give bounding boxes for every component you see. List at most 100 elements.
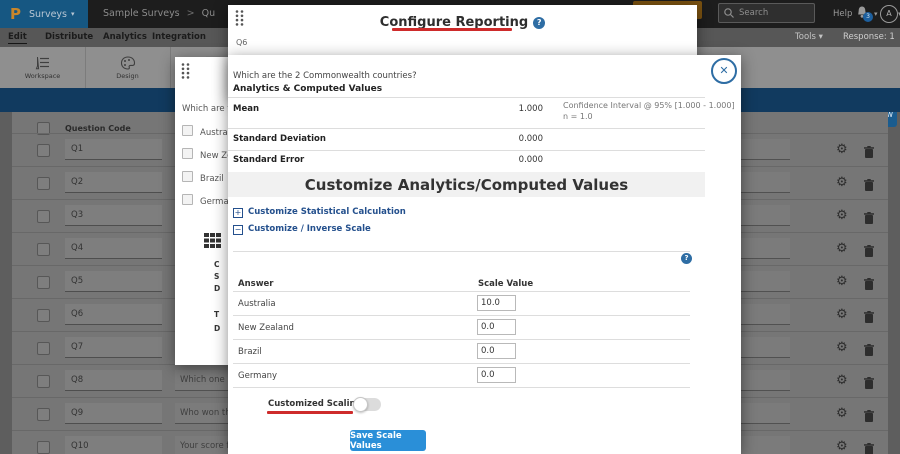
question-code-input[interactable]: Q3 xyxy=(65,205,162,226)
delete-trash-icon[interactable] xyxy=(864,407,874,426)
row-checkbox[interactable] xyxy=(37,276,50,289)
save-scale-values-button[interactable]: Save Scale Values xyxy=(350,430,426,451)
collapse-minus-icon[interactable]: − xyxy=(233,225,243,235)
analytics-section-title: Analytics & Computed Values xyxy=(233,84,382,94)
customize-inverse-scale-link[interactable]: −Customize / Inverse Scale xyxy=(233,224,371,235)
option-label: Brazil xyxy=(200,174,224,184)
row-checkbox[interactable] xyxy=(37,408,50,421)
divider xyxy=(233,363,690,364)
delete-trash-icon[interactable] xyxy=(864,209,874,228)
question-code-input[interactable]: Q7 xyxy=(65,337,162,358)
option-checkbox[interactable] xyxy=(182,171,193,182)
help-link[interactable]: Help xyxy=(833,9,852,19)
customized-scaling-label: Customized Scaling xyxy=(268,399,362,409)
tab-edit[interactable]: Edit xyxy=(8,32,27,42)
settings-gear-icon[interactable]: ⚙ xyxy=(836,405,848,422)
delete-trash-icon[interactable] xyxy=(864,374,874,393)
customize-band: Customize Analytics/Computed Values xyxy=(228,172,705,197)
expand-plus-icon[interactable]: + xyxy=(233,208,243,218)
data-table-icon[interactable] xyxy=(204,233,221,249)
notifications-button[interactable]: 3 xyxy=(855,5,873,23)
row-checkbox[interactable] xyxy=(37,144,50,157)
scale-value-input[interactable]: 0.0 xyxy=(477,343,516,359)
toolbar-design-button[interactable]: Design xyxy=(85,47,171,88)
settings-gear-icon[interactable]: ⚙ xyxy=(836,273,848,290)
settings-gear-icon[interactable]: ⚙ xyxy=(836,306,848,323)
breadcrumb-root[interactable]: Sample Surveys xyxy=(103,8,180,19)
row-checkbox[interactable] xyxy=(37,342,50,355)
stat-value: 0.000 xyxy=(483,134,543,144)
question-code-input[interactable]: Q4 xyxy=(65,238,162,259)
search-input[interactable]: Search xyxy=(718,3,815,23)
row-checkbox[interactable] xyxy=(37,177,50,190)
close-icon[interactable]: ✕ xyxy=(711,58,737,84)
questionpro-logo-icon: P xyxy=(10,5,21,23)
chevron-down-icon[interactable]: ▾ xyxy=(874,10,878,18)
settings-gear-icon[interactable]: ⚙ xyxy=(836,372,848,389)
divider xyxy=(233,315,690,316)
question-code-input[interactable]: Q1 xyxy=(65,139,162,160)
delete-trash-icon[interactable] xyxy=(864,242,874,261)
clipped-label-fragment: D xyxy=(214,284,220,293)
divider xyxy=(233,387,690,388)
search-placeholder: Search xyxy=(739,8,768,18)
help-icon[interactable]: ? xyxy=(681,253,692,264)
divider xyxy=(228,150,705,151)
help-icon[interactable]: ? xyxy=(533,17,545,29)
avatar[interactable]: A xyxy=(880,5,898,23)
question-code-input[interactable]: Q6 xyxy=(65,304,162,325)
scale-value-input[interactable]: 0.0 xyxy=(477,367,516,383)
settings-gear-icon[interactable]: ⚙ xyxy=(836,207,848,224)
toggle-knob[interactable] xyxy=(353,397,368,412)
surveys-menu-label: Surveys xyxy=(29,9,67,20)
delete-trash-icon[interactable] xyxy=(864,143,874,162)
link-label: Customize Statistical Calculation xyxy=(248,207,406,217)
tools-menu[interactable]: Tools ▾ xyxy=(795,32,823,42)
toolbar-workspace-button[interactable]: Workspace xyxy=(0,47,86,88)
option-checkbox[interactable] xyxy=(182,125,193,136)
row-checkbox[interactable] xyxy=(37,210,50,223)
delete-trash-icon[interactable] xyxy=(864,308,874,327)
option-checkbox[interactable] xyxy=(182,148,193,159)
settings-gear-icon[interactable]: ⚙ xyxy=(836,240,848,257)
clipped-label-fragment: C xyxy=(214,260,220,269)
divider xyxy=(233,291,690,292)
tab-distribute[interactable]: Distribute xyxy=(45,32,93,42)
answer-option: Brazil xyxy=(182,171,224,184)
row-checkbox[interactable] xyxy=(37,309,50,322)
settings-gear-icon[interactable]: ⚙ xyxy=(836,339,848,356)
delete-trash-icon[interactable] xyxy=(864,176,874,195)
answer-column-header: Answer xyxy=(238,279,274,289)
divider xyxy=(228,97,705,98)
row-checkbox[interactable] xyxy=(37,243,50,256)
clipped-label-fragment: T xyxy=(214,310,219,319)
question-code-input[interactable]: Q9 xyxy=(65,403,162,424)
tab-integration[interactable]: Integration xyxy=(152,32,206,42)
question-code-input[interactable]: Q5 xyxy=(65,271,162,292)
scale-answer-label: Germany xyxy=(238,371,277,381)
settings-gear-icon[interactable]: ⚙ xyxy=(836,438,848,454)
delete-trash-icon[interactable] xyxy=(864,341,874,360)
scale-value-input[interactable]: 0.0 xyxy=(477,319,516,335)
scale-value-input[interactable]: 10.0 xyxy=(477,295,516,311)
settings-gear-icon[interactable]: ⚙ xyxy=(836,141,848,158)
breadcrumb-current: Qu xyxy=(202,8,216,19)
settings-gear-icon[interactable]: ⚙ xyxy=(836,174,848,191)
customize-statistical-calculation-link[interactable]: + Customize Statistical Calculation xyxy=(233,207,406,218)
question-code-input[interactable]: Q8 xyxy=(65,370,162,391)
search-icon xyxy=(723,7,735,19)
question-code-input[interactable]: Q2 xyxy=(65,172,162,193)
scale-answer-label: New Zealand xyxy=(238,323,294,333)
customized-scaling-toggle[interactable] xyxy=(355,398,381,411)
option-checkbox[interactable] xyxy=(182,194,193,205)
question-text: Which are the 2 Commonwealth countries? xyxy=(233,71,417,81)
tab-analytics[interactable]: Analytics xyxy=(103,32,147,42)
surveys-menu[interactable]: P Surveys ▾ xyxy=(0,0,88,28)
delete-trash-icon[interactable] xyxy=(864,275,874,294)
row-checkbox[interactable] xyxy=(37,375,50,388)
row-checkbox[interactable] xyxy=(37,441,50,454)
question-code-input[interactable]: Q10 xyxy=(65,436,162,454)
divider xyxy=(233,339,690,340)
delete-trash-icon[interactable] xyxy=(864,440,874,454)
drag-handle-icon[interactable] xyxy=(180,62,191,79)
